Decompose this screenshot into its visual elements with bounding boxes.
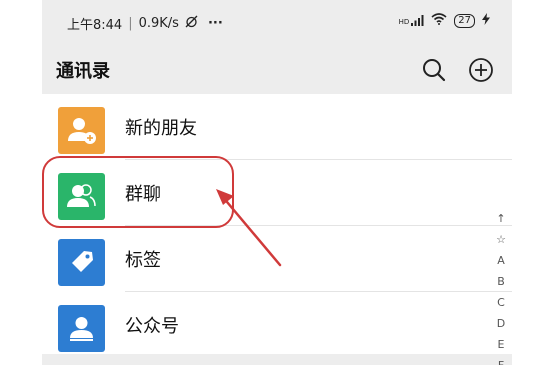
charging-icon xyxy=(482,13,490,28)
index-f[interactable]: F xyxy=(494,355,508,365)
add-button[interactable] xyxy=(467,56,495,84)
index-b[interactable]: B xyxy=(494,271,508,292)
tag-icon xyxy=(58,239,105,286)
alphabet-index[interactable]: ↑ ☆ A B C D E F xyxy=(494,208,508,365)
index-a[interactable]: A xyxy=(494,250,508,271)
search-button[interactable] xyxy=(420,56,448,84)
official-account-icon xyxy=(58,305,105,352)
index-d[interactable]: D xyxy=(494,313,508,334)
status-right: HD 27 xyxy=(399,13,490,28)
network-label: HD xyxy=(398,18,410,26)
status-speed: 0.9K/s xyxy=(138,16,179,31)
signal-icon: HD xyxy=(399,15,425,26)
list-item-new-friends[interactable]: 新的朋友 xyxy=(42,94,512,160)
index-star[interactable]: ☆ xyxy=(494,229,508,250)
list-item-label: 新的朋友 xyxy=(125,118,197,139)
status-left: 上午8:44 | 0.9K/s ··· xyxy=(67,15,223,33)
battery-icon: 27 xyxy=(454,13,475,28)
app-header: 通讯录 xyxy=(42,46,512,94)
page-title: 通讯录 xyxy=(56,61,110,82)
list-item-label: 标签 xyxy=(125,250,161,271)
index-up[interactable]: ↑ xyxy=(494,208,508,229)
wifi-icon xyxy=(431,13,447,28)
status-bar: 上午8:44 | 0.9K/s ··· HD 27 xyxy=(42,0,512,46)
status-more: ··· xyxy=(207,16,223,31)
add-circle-icon xyxy=(467,58,495,88)
highlight-circle xyxy=(42,156,234,228)
new-friend-icon xyxy=(58,107,105,154)
status-time: 上午8:44 xyxy=(67,18,123,33)
annotation-arrow xyxy=(216,189,282,267)
phone-screen: 上午8:44 | 0.9K/s ··· HD 27 通讯录 新的朋友 群聊 标签… xyxy=(42,0,512,365)
index-c[interactable]: C xyxy=(494,292,508,313)
search-icon xyxy=(420,59,448,88)
alarm-off-icon xyxy=(185,15,198,32)
index-e[interactable]: E xyxy=(494,334,508,355)
list-item-official-accounts[interactable]: 公众号 xyxy=(42,292,512,358)
battery-level: 27 xyxy=(458,14,471,26)
list-item-label: 公众号 xyxy=(125,316,179,337)
section-gap xyxy=(42,354,512,365)
